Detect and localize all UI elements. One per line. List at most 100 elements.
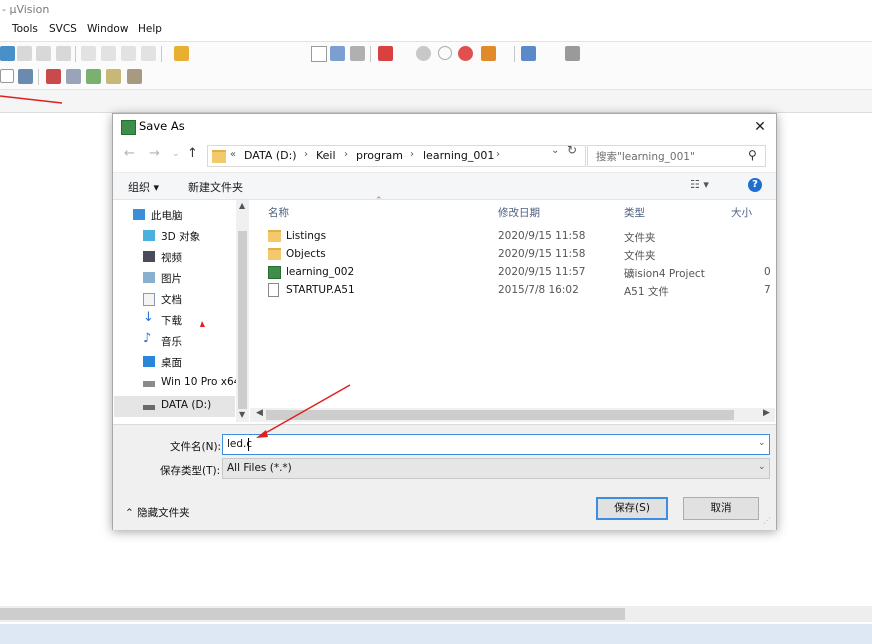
file-row[interactable]: learning_002 2020/9/15 11:57 礦ision4 Pro…	[268, 264, 773, 282]
wrench-icon[interactable]	[565, 46, 580, 61]
manage-icon[interactable]	[127, 69, 142, 84]
editor-tab-strip	[0, 90, 872, 113]
back-arrow-icon[interactable]: ←	[124, 146, 135, 161]
column-header-name[interactable]: 名称	[268, 205, 289, 220]
file-list-hscrollbar-thumb[interactable]	[266, 410, 734, 420]
dialog-titlebar: Save As ✕	[113, 114, 776, 140]
recent-locations-icon[interactable]: ⌄	[172, 149, 180, 159]
scroll-left-icon[interactable]: ◀	[256, 408, 263, 418]
download-to-target-icon[interactable]	[86, 69, 101, 84]
scroll-down-icon[interactable]: ▼	[239, 410, 245, 419]
menu-help[interactable]: Help	[138, 23, 162, 35]
save-button[interactable]: 保存(S)	[596, 497, 668, 520]
nav-item-this-pc[interactable]: 此电脑	[133, 206, 251, 224]
find-in-files-icon[interactable]	[174, 46, 189, 61]
breadcrumb-separator[interactable]: ›	[344, 149, 348, 160]
unindent-icon[interactable]	[101, 46, 116, 61]
breadcrumb-separator[interactable]: ›	[496, 149, 500, 160]
toolbar-build	[0, 65, 872, 90]
address-overflow[interactable]: «	[230, 149, 236, 160]
translate-icon[interactable]	[18, 69, 33, 84]
nav-scrollbar-thumb[interactable]	[238, 231, 247, 409]
address-bar[interactable]: « DATA (D:) › Keil › program › learning_…	[207, 145, 586, 167]
filetype-value: All Files (*.*)	[227, 462, 292, 474]
folder-icon	[268, 230, 281, 242]
rebuild-icon[interactable]	[66, 69, 81, 84]
menu-svcs[interactable]: SVCS	[49, 23, 77, 35]
column-header-type[interactable]: 类型	[624, 205, 645, 220]
chevron-down-icon[interactable]: ⌄	[758, 438, 766, 448]
menu-tools[interactable]: Tools	[12, 23, 38, 35]
file-row[interactable]: STARTUP.A51 2015/7/8 16:02 A51 文件 7	[268, 282, 773, 300]
build-icon[interactable]	[46, 69, 61, 84]
debug-icon[interactable]	[378, 46, 393, 61]
target-combo[interactable]	[311, 46, 327, 62]
column-header-date[interactable]: 修改日期	[498, 205, 540, 220]
download-icon: ↓	[143, 310, 154, 325]
sort-ascending-icon: ⌃	[375, 196, 383, 206]
desktop-icon	[143, 356, 155, 367]
file-name: learning_002	[286, 266, 355, 278]
organize-button[interactable]: 组织 ▾	[128, 179, 159, 195]
indent-icon[interactable]	[81, 46, 96, 61]
refresh-icon[interactable]: ↻	[567, 143, 577, 157]
video-icon	[143, 251, 155, 262]
address-dropdown-icon[interactable]: ⌄	[551, 145, 559, 156]
toolbar-icon[interactable]	[0, 46, 15, 61]
filename-input[interactable]: led.c ⌄	[222, 434, 770, 455]
resize-grip-icon[interactable]: ⋰	[763, 516, 771, 525]
file-date: 2015/7/8 16:02	[498, 284, 579, 296]
filename-label: 文件名(N):	[170, 441, 222, 453]
comment-icon[interactable]	[121, 46, 136, 61]
options-icon[interactable]	[481, 46, 496, 61]
up-arrow-icon[interactable]: ↑	[187, 146, 198, 161]
filetype-select[interactable]: All Files (*.*) ⌄	[222, 458, 770, 479]
folder-icon	[212, 150, 226, 163]
window-icon[interactable]	[521, 46, 536, 61]
cancel-button[interactable]: 取消	[683, 497, 759, 520]
dropdown-icon[interactable]	[0, 69, 14, 83]
search-box[interactable]: 搜索"learning_001" ⚲	[587, 145, 766, 167]
command-bar: 组织 ▾ 新建文件夹 ☷ ▾ ?	[113, 172, 776, 200]
search-icon[interactable]: ⚲	[748, 148, 757, 162]
breadcrumb-drive[interactable]: DATA (D:)	[244, 149, 297, 162]
breadcrumb-learning-001[interactable]: learning_001	[423, 149, 494, 162]
search-placeholder: 搜索"learning_001"	[596, 151, 695, 163]
chevron-down-icon[interactable]: ⌄	[758, 462, 766, 472]
help-icon[interactable]: ?	[748, 178, 762, 192]
computer-icon	[133, 209, 145, 220]
close-icon[interactable]: ✕	[749, 116, 771, 138]
menu-window[interactable]: Window	[87, 23, 128, 35]
breadcrumb-separator[interactable]: ›	[410, 149, 414, 160]
kill-breakpoints-icon[interactable]	[458, 46, 473, 61]
copy-icon[interactable]	[17, 46, 32, 61]
file-row[interactable]: Objects 2020/9/15 11:58 文件夹	[268, 246, 773, 264]
folder-icon	[268, 248, 281, 260]
save-as-dialog: Save As ✕ ← → ⌄ ↑ « DATA (D:) › Keil › p…	[112, 113, 777, 530]
file-type: A51 文件	[624, 286, 669, 298]
dialog-title: Save As	[139, 119, 185, 133]
scroll-up-icon[interactable]: ▲	[239, 201, 245, 210]
uncomment-icon[interactable]	[141, 46, 156, 61]
file-name: Listings	[286, 230, 327, 242]
file-row[interactable]: Listings 2020/9/15 11:58 文件夹	[268, 228, 773, 246]
breadcrumb-separator[interactable]: ›	[304, 149, 308, 160]
forward-arrow-icon[interactable]: →	[149, 146, 160, 161]
wand-icon[interactable]	[350, 46, 365, 61]
breakpoint-icon[interactable]	[416, 46, 431, 61]
bookmark-icon[interactable]	[56, 46, 71, 61]
new-folder-button[interactable]: 新建文件夹	[188, 179, 243, 195]
view-options-button[interactable]: ☷ ▾	[690, 178, 709, 191]
breakpoint-off-icon[interactable]	[438, 46, 452, 60]
file-list: 名称 ⌃ 修改日期 类型 大小 Listings 2020/9/15 11:58…	[250, 196, 775, 422]
target-options-icon[interactable]	[106, 69, 121, 84]
file-date: 2020/9/15 11:58	[498, 230, 586, 242]
paste-icon[interactable]	[36, 46, 51, 61]
column-header-size[interactable]: 大小	[731, 205, 752, 220]
breadcrumb-keil[interactable]: Keil	[316, 149, 336, 162]
load-icon[interactable]	[330, 46, 345, 61]
breadcrumb-program[interactable]: program	[356, 149, 403, 162]
scroll-right-icon[interactable]: ▶	[763, 408, 770, 418]
horizontal-scrollbar-thumb[interactable]	[0, 608, 625, 620]
hide-folders-toggle[interactable]: ⌃ 隐藏文件夹	[125, 505, 190, 520]
